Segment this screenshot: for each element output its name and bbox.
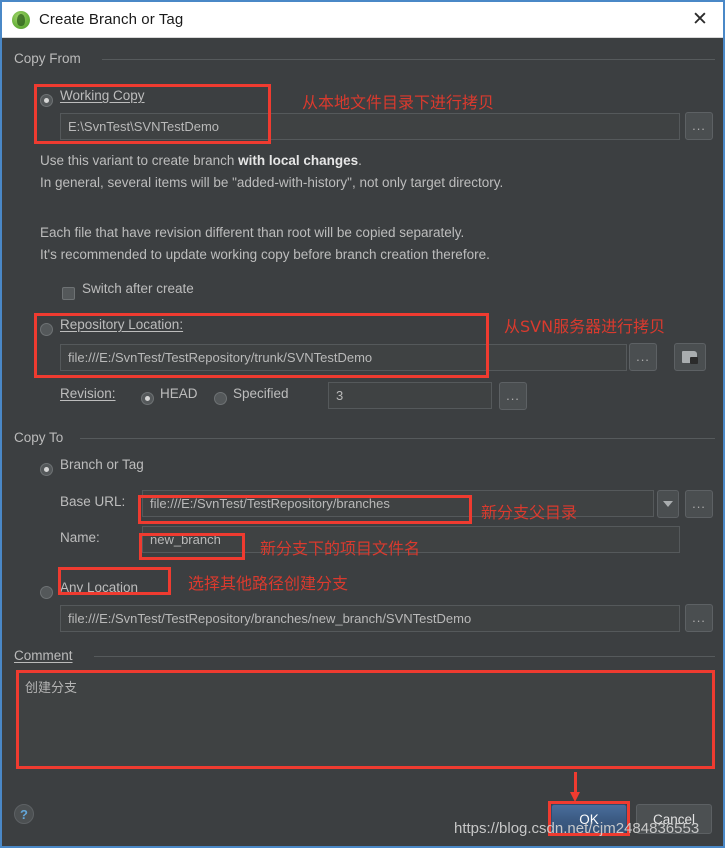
base-url-browse-button[interactable]: ... — [685, 490, 713, 518]
ann-base-url: 新分支父目录 — [481, 503, 578, 522]
folder-icon — [682, 350, 698, 364]
chevron-down-icon — [663, 501, 673, 507]
radio-any-location-label: Any Location — [60, 580, 139, 595]
revision-specified-input[interactable]: 3 — [328, 382, 492, 409]
copy-to-divider — [80, 438, 715, 439]
dialog-body: Copy From Working Copy E:\SvnTest\SVNTes… — [2, 38, 723, 846]
radio-revision-specified[interactable] — [214, 392, 227, 405]
base-url-input[interactable]: file:///E:/SvnTest/TestRepository/branch… — [142, 490, 654, 517]
radio-revision-head[interactable] — [141, 392, 154, 405]
base-url-label: Base URL: — [60, 494, 126, 509]
any-location-browse-button[interactable]: ... — [685, 604, 713, 632]
repository-location-folder-button[interactable] — [674, 343, 706, 371]
base-url-dropdown-button[interactable] — [657, 490, 679, 518]
comment-group-label: Comment — [14, 648, 80, 663]
radio-working-copy-label: Working Copy — [60, 88, 145, 103]
revision-browse-button[interactable]: ... — [499, 382, 527, 410]
create-branch-or-tag-dialog: Create Branch or Tag ✕ Copy From Working… — [0, 0, 725, 848]
ellipsis-icon: ... — [506, 388, 520, 403]
copy-from-divider — [102, 59, 715, 60]
dialog-title: Create Branch or Tag — [39, 11, 184, 28]
revision-label: Revision: — [60, 386, 116, 401]
dialog-titlebar: Create Branch or Tag ✕ — [2, 2, 723, 38]
ellipsis-icon: ... — [636, 349, 650, 364]
name-label: Name: — [60, 530, 100, 545]
ellipsis-icon: ... — [692, 118, 706, 133]
working-copy-path-input[interactable]: E:\SvnTest\SVNTestDemo — [60, 113, 680, 140]
radio-repository-location-label: Repository Location: — [60, 317, 184, 332]
radio-revision-specified-label: Specified — [233, 386, 289, 401]
watermark-url: https://blog.csdn.net/cjm2484836553 — [454, 820, 700, 837]
description-line-2: In general, several items will be "added… — [40, 175, 504, 190]
radio-branch-or-tag-label: Branch or Tag — [60, 457, 144, 472]
checkbox-switch-after-create[interactable] — [62, 287, 75, 300]
close-icon[interactable]: ✕ — [677, 2, 723, 37]
checkbox-switch-after-create-label: Switch after create — [82, 281, 194, 296]
copy-to-group-label: Copy To — [14, 430, 71, 445]
description-line-4: It's recommended to update working copy … — [40, 247, 490, 262]
ellipsis-icon: ... — [692, 610, 706, 625]
working-copy-browse-button[interactable]: ... — [685, 112, 713, 140]
svn-green-icon — [12, 10, 30, 29]
radio-branch-or-tag[interactable] — [40, 463, 53, 476]
ann-repo-location: 从SVN服务器进行拷贝 — [504, 317, 666, 336]
help-icon[interactable]: ? — [14, 804, 34, 824]
comment-divider — [94, 656, 715, 657]
ann-working-copy: 从本地文件目录下进行拷贝 — [302, 93, 495, 112]
ann-any-location: 选择其他路径创建分支 — [188, 574, 349, 593]
description-line-3: Each file that have revision different t… — [40, 225, 465, 240]
comment-textarea[interactable]: 创建分支 — [16, 670, 715, 769]
repository-location-input[interactable]: file:///E:/SvnTest/TestRepository/trunk/… — [60, 344, 627, 371]
copy-from-group-label: Copy From — [14, 51, 88, 66]
radio-working-copy[interactable] — [40, 94, 53, 107]
ellipsis-icon: ... — [692, 496, 706, 511]
radio-repository-location[interactable] — [40, 323, 53, 336]
radio-any-location[interactable] — [40, 586, 53, 599]
any-location-input[interactable]: file:///E:/SvnTest/TestRepository/branch… — [60, 605, 680, 632]
description-line-1: Use this variant to create branch with l… — [40, 153, 362, 168]
ann-name: 新分支下的项目文件名 — [260, 539, 421, 558]
repository-location-browse-button[interactable]: ... — [629, 343, 657, 371]
radio-revision-head-label: HEAD — [160, 386, 198, 401]
